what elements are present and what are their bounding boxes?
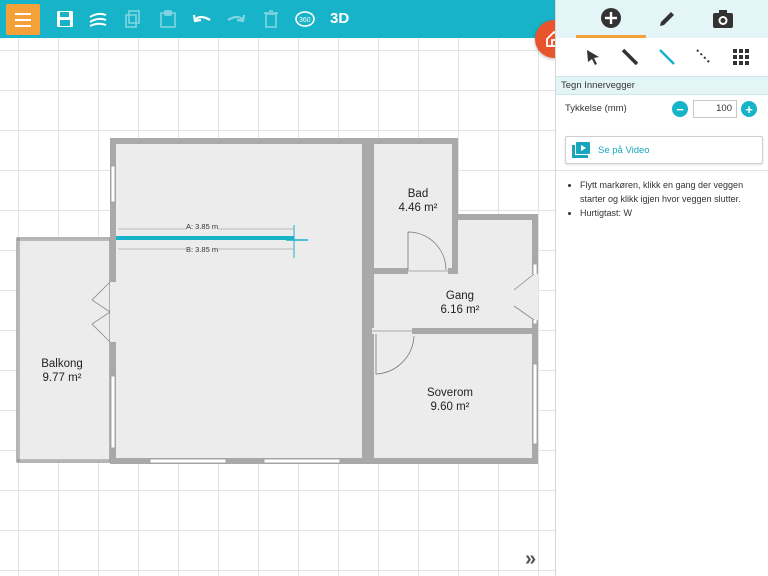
room-area: 9.60 m²	[430, 401, 470, 413]
room-area: 9.77 m²	[42, 372, 82, 384]
tab-camera[interactable]	[688, 0, 758, 38]
menu-icon[interactable]	[6, 4, 40, 35]
grid-icon[interactable]	[730, 46, 752, 68]
panel-tabs	[556, 0, 768, 38]
undo-icon[interactable]	[192, 9, 212, 29]
pencil-icon	[660, 12, 674, 26]
room-area: 6.16 m²	[440, 304, 480, 316]
camera-icon	[713, 10, 733, 28]
room-name: Bad	[407, 188, 429, 200]
collapse-chevrons-icon[interactable]: »	[525, 548, 536, 571]
help-list: Flytt markøren, klikk en gang der veggen…	[580, 179, 765, 222]
thickness-label: Tykkelse (mm)	[565, 103, 627, 114]
room-name: Balkong	[41, 358, 83, 370]
video-play-icon	[572, 142, 590, 158]
dimension-label-b: B: 3.85 m	[186, 245, 219, 254]
divider	[556, 170, 768, 171]
redo-icon[interactable]	[226, 9, 246, 29]
right-panel: Tegn Innervegger Tykkelse (mm) − 100 + S…	[555, 0, 768, 576]
room-name: Soverom	[426, 387, 474, 399]
help-item: Hurtigtast: W	[580, 207, 765, 221]
trash-icon[interactable]	[261, 9, 281, 29]
rotate-360-icon[interactable]: 360	[294, 9, 316, 29]
thickness-increase-button[interactable]: +	[741, 101, 757, 117]
thickness-input[interactable]: 100	[693, 100, 737, 118]
view-3d-button[interactable]: 3D	[330, 10, 349, 27]
room-label-bad[interactable]: Bad 4.46 m²	[399, 187, 438, 215]
section-title: Tegn Innervegger	[556, 76, 768, 95]
wall-icon[interactable]	[619, 46, 641, 68]
room-name: Gang	[445, 290, 475, 302]
drawing-tools	[556, 38, 768, 76]
balcony-area	[16, 237, 111, 463]
dotted-line-icon[interactable]	[693, 46, 715, 68]
room-area: 4.46 m²	[398, 202, 438, 214]
save-icon[interactable]	[55, 9, 75, 29]
cursor-icon[interactable]	[582, 46, 604, 68]
share-icon[interactable]	[88, 9, 108, 29]
room-label-soverom[interactable]: Soverom 9.60 m²	[427, 386, 473, 414]
room-label-balkong[interactable]: Balkong 9.77 m²	[41, 357, 83, 385]
watch-video-button[interactable]: Se på Video	[565, 136, 763, 164]
main-toolbar: 360 3D	[0, 0, 555, 38]
copy-icon[interactable]	[123, 9, 143, 29]
add-icon	[601, 7, 621, 28]
svg-text:360: 360	[299, 17, 311, 24]
paste-icon[interactable]	[158, 9, 178, 29]
video-label: Se på Video	[598, 145, 650, 156]
thickness-decrease-button[interactable]: −	[672, 101, 688, 117]
room-label-gang[interactable]: Gang 6.16 m²	[441, 289, 480, 317]
help-item: Flytt markøren, klikk en gang der veggen…	[580, 179, 765, 206]
inner-wall-icon[interactable]	[656, 46, 678, 68]
dimension-label-a: A: 3.85 m	[186, 222, 219, 231]
